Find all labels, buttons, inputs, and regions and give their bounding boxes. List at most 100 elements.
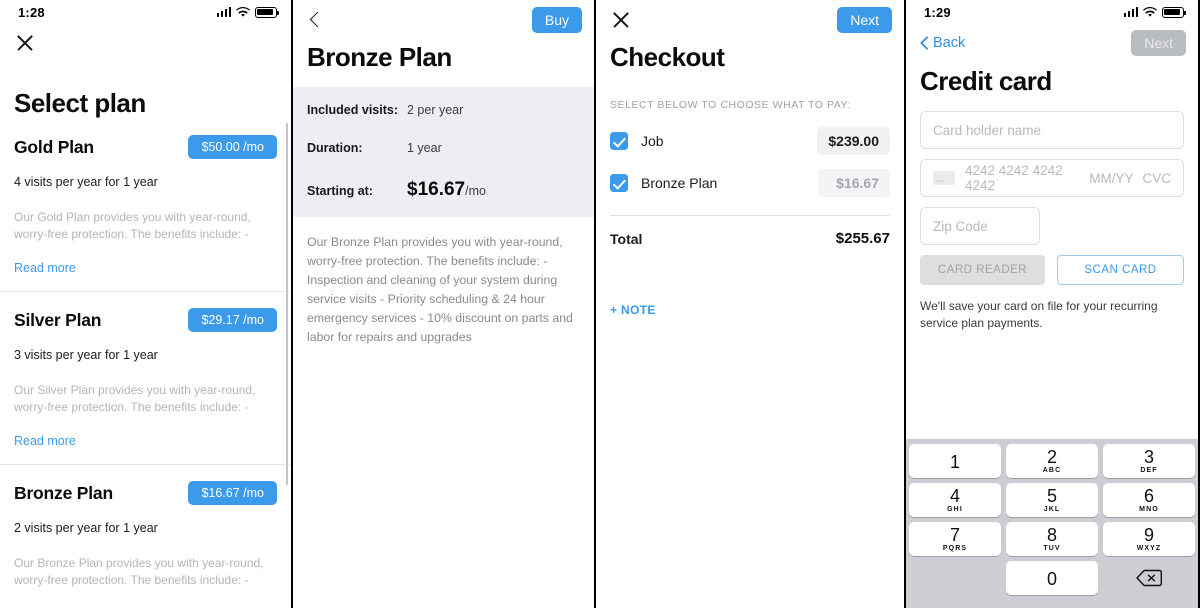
keypad-key-1[interactable]: 1	[909, 444, 1001, 478]
keypad-key-3[interactable]: 3 DEF	[1103, 444, 1195, 478]
add-note-link[interactable]: + NOTE	[610, 303, 656, 317]
starting-at-suffix: /mo	[465, 184, 486, 198]
pay-item-left: Job	[610, 132, 664, 150]
keypad-key-4[interactable]: 4 GHI	[909, 483, 1001, 517]
keypad-digit: 0	[1046, 568, 1057, 589]
plan-detail-summary: Included visits: 2 per year Duration: 1 …	[293, 87, 594, 217]
starting-at-amount: $16.67	[407, 179, 466, 200]
plan-name: Silver Plan	[14, 309, 102, 330]
keypad-digit: 7	[949, 524, 960, 545]
keypad-letters: TUV	[1043, 545, 1061, 553]
keypad-letters: GHI	[947, 506, 963, 514]
detail-value: 1 year	[407, 141, 442, 155]
expiry-placeholder: MM/YY	[1089, 170, 1134, 186]
read-more-link[interactable]: Read more	[14, 261, 76, 275]
keypad-letters: PQRS	[942, 545, 968, 553]
keypad-key-6[interactable]: 6 MNO	[1103, 483, 1195, 517]
keypad-row: 7 PQRS 8 TUV 9 WXYZ	[909, 522, 1195, 556]
status-icons	[1123, 6, 1187, 18]
status-time: 1:29	[924, 4, 951, 20]
plan-price-button[interactable]: $16.67 /mo	[188, 481, 277, 505]
status-time: 1:28	[18, 4, 45, 20]
checkbox-bronze-plan[interactable]	[610, 174, 628, 192]
screenshot-stage: 1:28 Select plan Gold Plan $50.00 /mo 4 …	[0, 0, 1200, 608]
keypad-spacer	[909, 561, 1001, 595]
card-holder-field[interactable]: Card holder name	[920, 111, 1184, 149]
detail-key: Duration:	[307, 141, 363, 155]
keypad-letters: WXYZ	[1136, 545, 1162, 553]
credit-card-form: Card holder name 4242 4242 4242 4242 MM/…	[906, 111, 1198, 333]
close-icon[interactable]	[610, 9, 632, 31]
keypad-key-8[interactable]: 8 TUV	[1006, 522, 1098, 556]
plan-list: Gold Plan $50.00 /mo 4 visits per year f…	[0, 119, 291, 608]
signal-icon	[1123, 7, 1138, 17]
plan-description: Our Bronze Plan provides you with year-r…	[14, 556, 264, 588]
plan-visits: 3 visits per year for 1 year	[14, 348, 158, 362]
buy-button[interactable]: Buy	[531, 6, 582, 34]
scan-card-button[interactable]: SCAN CARD	[1057, 255, 1184, 285]
wifi-icon	[236, 6, 250, 18]
card-reader-button[interactable]: CARD READER	[920, 255, 1045, 285]
total-value: $255.67	[835, 230, 890, 247]
back-label: Back	[933, 35, 966, 51]
panel-plan-detail: Buy Bronze Plan Included visits: 2 per y…	[291, 0, 594, 608]
keypad-digit: 2	[1046, 446, 1057, 467]
plan-price-button[interactable]: $29.17 /mo	[188, 308, 277, 332]
detail-row: Included visits: 2 per year	[307, 103, 580, 117]
keypad-key-0[interactable]: 0	[1006, 561, 1098, 595]
section-label: SELECT BELOW TO CHOOSE WHAT TO PAY:	[610, 99, 851, 111]
keypad-key-5[interactable]: 5 JKL	[1006, 483, 1098, 517]
close-icon[interactable]	[14, 32, 36, 54]
nav-bar-credit-card: Back Next	[906, 24, 1198, 62]
plan-header: Silver Plan $29.17 /mo	[14, 308, 277, 332]
next-button[interactable]: Next	[837, 6, 892, 34]
back-button[interactable]: Back	[920, 35, 965, 51]
scrollbar[interactable]	[285, 123, 288, 485]
numeric-keypad: 1 2 ABC 3 DEF 4 GHI 5 JKL 6 MNO 7 PQRS 8…	[906, 439, 1198, 608]
plan-description: Our Silver Plan provides you with year-r…	[14, 383, 256, 415]
pay-item-amount[interactable]: $239.00	[817, 127, 890, 155]
checkout-body: SELECT BELOW TO CHOOSE WHAT TO PAY: Job …	[596, 85, 904, 319]
page-title: Credit card	[920, 66, 1052, 96]
detail-key: Included visits:	[307, 103, 398, 117]
keypad-key-2[interactable]: 2 ABC	[1006, 444, 1098, 478]
plan-visits: 4 visits per year for 1 year	[14, 175, 158, 189]
card-number-field[interactable]: 4242 4242 4242 4242 MM/YY CVC	[920, 159, 1184, 197]
detail-value: $16.67/mo	[407, 179, 486, 201]
detail-value: 2 per year	[407, 103, 464, 117]
keypad-letters: ABC	[1042, 467, 1062, 475]
cvc-placeholder: CVC	[1142, 170, 1171, 186]
status-bar: 1:28	[0, 0, 291, 24]
chevron-left-icon[interactable]	[307, 9, 325, 31]
detail-row: Duration: 1 year	[307, 141, 580, 155]
read-more-link[interactable]: Read more	[14, 434, 76, 448]
plan-description-full: Our Bronze Plan provides you with year-r…	[307, 235, 573, 345]
panel-credit-card: 1:29 Back Next Credit card Card holder n…	[904, 0, 1198, 608]
list-item[interactable]: Silver Plan $29.17 /mo 3 visits per year…	[0, 292, 291, 465]
checkbox-job[interactable]	[610, 132, 628, 150]
plan-visits: 2 visits per year for 1 year	[14, 521, 158, 535]
keypad-digit: 5	[1046, 485, 1057, 506]
keypad-digit: 9	[1143, 524, 1154, 545]
keypad-key-7[interactable]: 7 PQRS	[909, 522, 1001, 556]
plan-description: Our Gold Plan provides you with year-rou…	[14, 210, 251, 242]
backspace-icon[interactable]	[1103, 561, 1195, 595]
wifi-icon	[1143, 6, 1157, 18]
keypad-row: 1 2 ABC 3 DEF	[909, 444, 1195, 478]
pay-item-left: Bronze Plan	[610, 174, 717, 192]
keypad-key-9[interactable]: 9 WXYZ	[1103, 522, 1195, 556]
list-item[interactable]: Gold Plan $50.00 /mo 4 visits per year f…	[0, 119, 291, 292]
plan-price-button[interactable]: $50.00 /mo	[188, 135, 277, 159]
list-item[interactable]: Bronze Plan $16.67 /mo 2 visits per year…	[0, 465, 291, 608]
pay-item-amount[interactable]: $16.67	[818, 169, 890, 197]
panel-select-plan: 1:28 Select plan Gold Plan $50.00 /mo 4 …	[0, 0, 291, 608]
save-card-note: We'll save your card on file for your re…	[920, 299, 1158, 331]
total-label: Total	[610, 230, 643, 247]
table-row: Job $239.00	[610, 127, 890, 155]
credit-card-icon	[933, 171, 955, 185]
chevron-left-icon	[920, 35, 931, 51]
plan-name: Gold Plan	[14, 136, 94, 157]
detail-key: Starting at:	[307, 184, 373, 198]
zip-code-field[interactable]: Zip Code	[920, 207, 1040, 245]
keypad-row: 0	[909, 561, 1195, 595]
